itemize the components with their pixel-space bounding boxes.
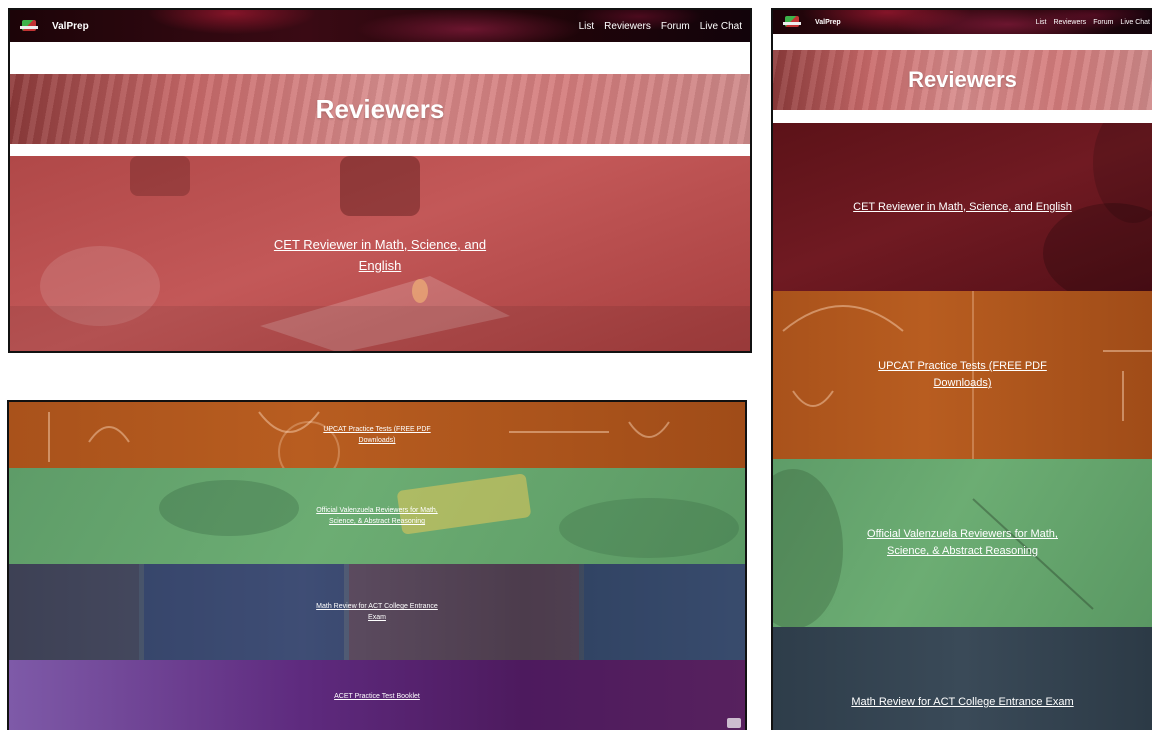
- screenshot-panel-top: ValPrep List Reviewers Forum Live Chat R…: [8, 8, 752, 353]
- logo-icon[interactable]: [20, 18, 38, 34]
- nav-link-list[interactable]: List: [1036, 19, 1047, 26]
- scroll-to-top-button[interactable]: [727, 718, 741, 728]
- reviewer-card-act[interactable]: Math Review for ACT College Entrance Exa…: [773, 627, 1152, 730]
- reviewer-card-valenzuela[interactable]: Official Valenzuela Reviewers for Math, …: [773, 459, 1152, 627]
- screenshot-panel-mobile: ValPrep List Reviewers Forum Live Chat R…: [771, 8, 1152, 730]
- logo-icon[interactable]: [783, 14, 801, 30]
- reviewer-link-cet[interactable]: CET Reviewer in Math, Science, and Engli…: [853, 199, 1072, 216]
- page-title: Reviewers: [908, 67, 1017, 92]
- nav-link-reviewers[interactable]: Reviewers: [604, 21, 651, 32]
- reviewer-link-acet[interactable]: ACET Practice Test Booklet: [334, 691, 420, 702]
- reviewer-link-act[interactable]: Math Review for ACT College Entrance Exa…: [307, 601, 447, 623]
- navbar-narrow: ValPrep List Reviewers Forum Live Chat: [773, 10, 1152, 34]
- brand-name[interactable]: ValPrep: [52, 21, 89, 32]
- nav-link-list[interactable]: List: [579, 21, 595, 32]
- nav-links: List Reviewers Forum Live Chat: [1036, 19, 1150, 26]
- hero-banner: Reviewers: [773, 50, 1152, 110]
- brand-name[interactable]: ValPrep: [815, 19, 841, 26]
- reviewer-link-upcat[interactable]: UPCAT Practice Tests (FREE PDF Downloads…: [317, 424, 437, 446]
- screenshot-panel-list: UPCAT Practice Tests (FREE PDF Downloads…: [7, 400, 747, 730]
- nav-link-live-chat[interactable]: Live Chat: [700, 21, 742, 32]
- hero-banner: Reviewers: [10, 74, 750, 144]
- navbar: ValPrep List Reviewers Forum Live Chat: [10, 10, 750, 42]
- nav-link-live-chat[interactable]: Live Chat: [1120, 19, 1150, 26]
- reviewer-link-valenzuela[interactable]: Official Valenzuela Reviewers for Math, …: [307, 505, 447, 527]
- reviewer-link-valenzuela[interactable]: Official Valenzuela Reviewers for Math, …: [848, 526, 1078, 560]
- reviewer-link-upcat[interactable]: UPCAT Practice Tests (FREE PDF Downloads…: [868, 358, 1058, 392]
- reviewer-card-upcat[interactable]: UPCAT Practice Tests (FREE PDF Downloads…: [773, 291, 1152, 459]
- reviewer-card-act[interactable]: Math Review for ACT College Entrance Exa…: [9, 564, 745, 660]
- reviewer-card-upcat[interactable]: UPCAT Practice Tests (FREE PDF Downloads…: [9, 402, 745, 468]
- reviewer-link-act[interactable]: Math Review for ACT College Entrance Exa…: [848, 694, 1078, 711]
- reviewer-link-cet[interactable]: CET Reviewer in Math, Science, and Engli…: [255, 234, 505, 276]
- reviewer-card-cet[interactable]: CET Reviewer in Math, Science, and Engli…: [10, 156, 750, 351]
- reviewer-card-cet[interactable]: CET Reviewer in Math, Science, and Engli…: [773, 123, 1152, 291]
- reviewer-card-valenzuela[interactable]: Official Valenzuela Reviewers for Math, …: [9, 468, 745, 564]
- nav-links: List Reviewers Forum Live Chat: [579, 21, 742, 32]
- reviewer-card-acet[interactable]: ACET Practice Test Booklet: [9, 660, 745, 730]
- nav-link-forum[interactable]: Forum: [1093, 19, 1113, 26]
- nav-link-forum[interactable]: Forum: [661, 21, 690, 32]
- page-title: Reviewers: [315, 93, 445, 124]
- nav-link-reviewers[interactable]: Reviewers: [1054, 19, 1087, 26]
